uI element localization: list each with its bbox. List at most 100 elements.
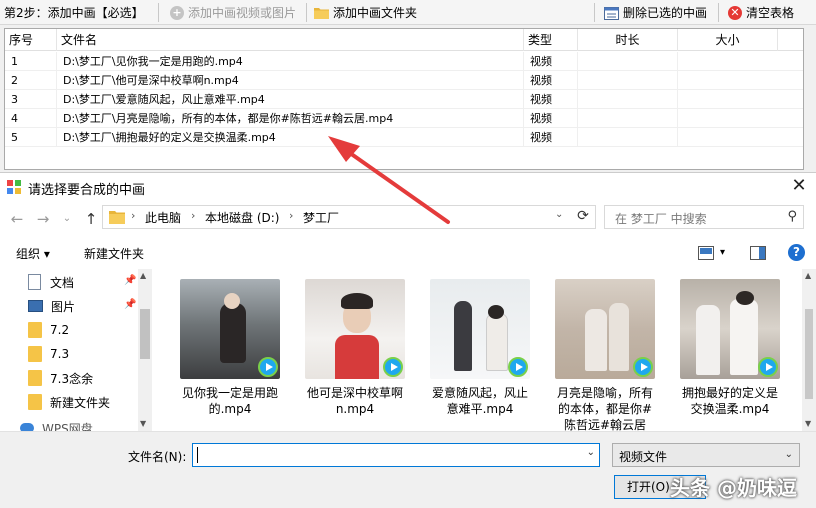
file-item[interactable]: 他可是深中校草啊n.mp4 <box>305 279 405 417</box>
view-dropdown-icon[interactable]: ▾ <box>720 247 725 258</box>
add-folder-label: 添加中画文件夹 <box>333 6 418 20</box>
row-filename: D:\梦工厂\拥抱最好的定义是交换温柔.mp4 <box>57 128 524 147</box>
row-duration <box>578 90 678 109</box>
folder-icon <box>28 322 42 338</box>
app-root: 第2步：添加中画【必选】 + 添加中画视频或图片 添加中画文件夹 删除已选的中画… <box>0 0 816 508</box>
table-row[interactable]: 5 D:\梦工厂\拥抱最好的定义是交换温柔.mp4 视频 <box>5 128 803 147</box>
new-folder-button[interactable]: 新建文件夹 <box>84 245 144 262</box>
row-filename: D:\梦工厂\他可是深中校草啊n.mp4 <box>57 71 524 90</box>
filename-dropdown-icon[interactable]: ⌄ <box>587 447 595 458</box>
file-table[interactable]: 序号 文件名 类型 时长 大小 1 D:\梦工厂\见你我一定是用跑的.mp4 视… <box>4 28 804 170</box>
preview-pane-icon[interactable] <box>750 246 766 260</box>
row-duration <box>578 52 678 71</box>
video-thumbnail <box>430 279 530 379</box>
scrollbar-thumb[interactable] <box>140 309 150 359</box>
row-type: 视频 <box>524 71 578 90</box>
close-icon[interactable]: ✕ <box>788 175 810 197</box>
delete-selected-button[interactable]: 删除已选的中画 <box>604 3 707 22</box>
breadcrumb-folder[interactable]: 梦工厂 <box>303 209 339 226</box>
clear-icon: ✕ <box>728 5 742 20</box>
table-row[interactable]: 2 D:\梦工厂\他可是深中校草啊n.mp4 视频 <box>5 71 803 90</box>
column-header-index[interactable]: 序号 <box>5 29 57 51</box>
video-play-icon <box>383 357 403 377</box>
folder-icon <box>28 346 42 362</box>
video-play-icon <box>508 357 528 377</box>
address-bar[interactable]: › 此电脑 › 本地磁盘 (D:) › 梦工厂 ⌄ <box>102 205 596 229</box>
clear-table-label: 清空表格 <box>746 6 795 20</box>
up-arrow-icon[interactable]: ↑ <box>82 210 100 228</box>
navigation-scrollbar[interactable]: ▲ ▼ <box>138 269 152 431</box>
file-item[interactable]: 见你我一定是用跑的.mp4 <box>180 279 280 417</box>
sidebar-item-label: 新建文件夹 <box>50 395 111 410</box>
delete-list-icon <box>604 6 619 20</box>
add-folder-button[interactable]: 添加中画文件夹 <box>314 3 417 22</box>
table-row[interactable]: 1 D:\梦工厂\见你我一定是用跑的.mp4 视频 <box>5 52 803 71</box>
pin-icon[interactable]: 📌 <box>124 299 136 310</box>
file-item[interactable]: 爱意随风起，风止意难平.mp4 <box>430 279 530 417</box>
scroll-down-icon[interactable]: ▼ <box>140 419 146 428</box>
column-header-filename[interactable]: 文件名 <box>57 29 524 51</box>
file-list-scrollbar[interactable]: ▲ ▼ <box>802 269 816 431</box>
sidebar-item-folder-7-3-nianyu[interactable]: 7.3念余 <box>28 367 93 389</box>
dialog-titlebar: 请选择要合成的中画 ✕ <box>0 173 816 201</box>
forward-arrow-icon[interactable]: → <box>34 210 52 228</box>
breadcrumb-this-pc[interactable]: 此电脑 <box>145 209 181 226</box>
table-row[interactable]: 4 D:\梦工厂\月亮是隐喻，所有的本体，都是你#陈哲远#翰云居.mp4 视频 <box>5 109 803 128</box>
video-thumbnail <box>555 279 655 379</box>
refresh-icon[interactable]: ⟳ <box>574 208 592 226</box>
column-header-type[interactable]: 类型 <box>524 29 578 51</box>
organize-button[interactable]: 组织 ▾ <box>16 245 50 262</box>
cloud-icon <box>20 423 34 431</box>
video-thumbnail <box>180 279 280 379</box>
sidebar-item-new-folder[interactable]: 新建文件夹 <box>28 391 110 413</box>
add-video-button[interactable]: + 添加中画视频或图片 <box>170 3 296 22</box>
filename-input[interactable]: ⌄ <box>192 443 600 467</box>
row-type: 视频 <box>524 128 578 147</box>
column-header-duration[interactable]: 时长 <box>578 29 678 51</box>
back-arrow-icon[interactable]: ← <box>8 210 26 228</box>
pin-icon[interactable]: 📌 <box>124 275 136 286</box>
table-row[interactable]: 3 D:\梦工厂\爱意随风起，风止意难平.mp4 视频 <box>5 90 803 109</box>
delete-selected-label: 删除已选的中画 <box>623 6 708 20</box>
clear-table-button[interactable]: ✕ 清空表格 <box>728 3 794 22</box>
scrollbar-thumb[interactable] <box>805 309 813 399</box>
row-duration <box>578 71 678 90</box>
picture-icon <box>28 300 43 312</box>
sidebar-item-folder-7-2[interactable]: 7.2 <box>28 319 69 341</box>
sidebar-item-pictures[interactable]: 图片 <box>28 295 75 317</box>
search-box[interactable]: 在 梦工厂 中搜索 ⚲ <box>604 205 804 229</box>
view-mode-icon[interactable] <box>698 246 714 260</box>
help-icon[interactable]: ? <box>788 244 805 261</box>
file-item[interactable]: 拥抱最好的定义是交换温柔.mp4 <box>680 279 780 417</box>
recent-dropdown-icon[interactable]: ⌄ <box>58 210 76 228</box>
breadcrumb-drive[interactable]: 本地磁盘 (D:) <box>205 209 279 226</box>
plus-icon: + <box>170 5 184 20</box>
file-name: 爱意随风起，风止意难平.mp4 <box>431 386 528 416</box>
sidebar-item-wps-cloud[interactable]: WPS网盘 <box>20 417 93 431</box>
table-header: 序号 文件名 类型 时长 大小 <box>5 29 803 51</box>
command-bar: 组织 ▾ 新建文件夹 ▾ ? <box>0 237 816 269</box>
column-header-size[interactable]: 大小 <box>678 29 778 51</box>
file-item[interactable]: 月亮是隐喻，所有的本体，都是你#陈哲远#翰云居 <box>555 279 655 431</box>
address-dropdown-icon[interactable]: ⌄ <box>555 209 563 220</box>
sidebar-item-label: 7.3念余 <box>50 371 94 386</box>
folder-icon <box>109 211 125 224</box>
scroll-down-icon[interactable]: ▼ <box>805 419 811 428</box>
row-duration <box>578 109 678 128</box>
video-play-icon <box>258 357 278 377</box>
row-index: 2 <box>5 71 57 90</box>
sidebar-item-label: 图片 <box>51 299 76 314</box>
scroll-up-icon[interactable]: ▲ <box>140 271 146 280</box>
sidebar-item-folder-7-3[interactable]: 7.3 <box>28 343 69 365</box>
file-name: 月亮是隐喻，所有的本体，都是你#陈哲远#翰云居 <box>556 386 653 431</box>
scroll-up-icon[interactable]: ▲ <box>805 271 811 280</box>
sidebar-item-documents[interactable]: 文档 <box>28 271 74 293</box>
step-label: 第2步：添加中画【必选】 <box>4 6 144 20</box>
filetype-value: 视频文件 <box>619 450 668 464</box>
video-play-icon <box>633 357 653 377</box>
document-icon <box>28 274 41 290</box>
filetype-select[interactable]: 视频文件 ⌄ <box>612 443 800 467</box>
navigation-pane: 文档 📌 图片 📌 7.2 7.3 7.3念余 新建文件夹 WPS网盘 <box>0 269 152 431</box>
toolbar-divider <box>306 3 307 22</box>
toolbar: 第2步：添加中画【必选】 + 添加中画视频或图片 添加中画文件夹 删除已选的中画… <box>0 0 816 25</box>
